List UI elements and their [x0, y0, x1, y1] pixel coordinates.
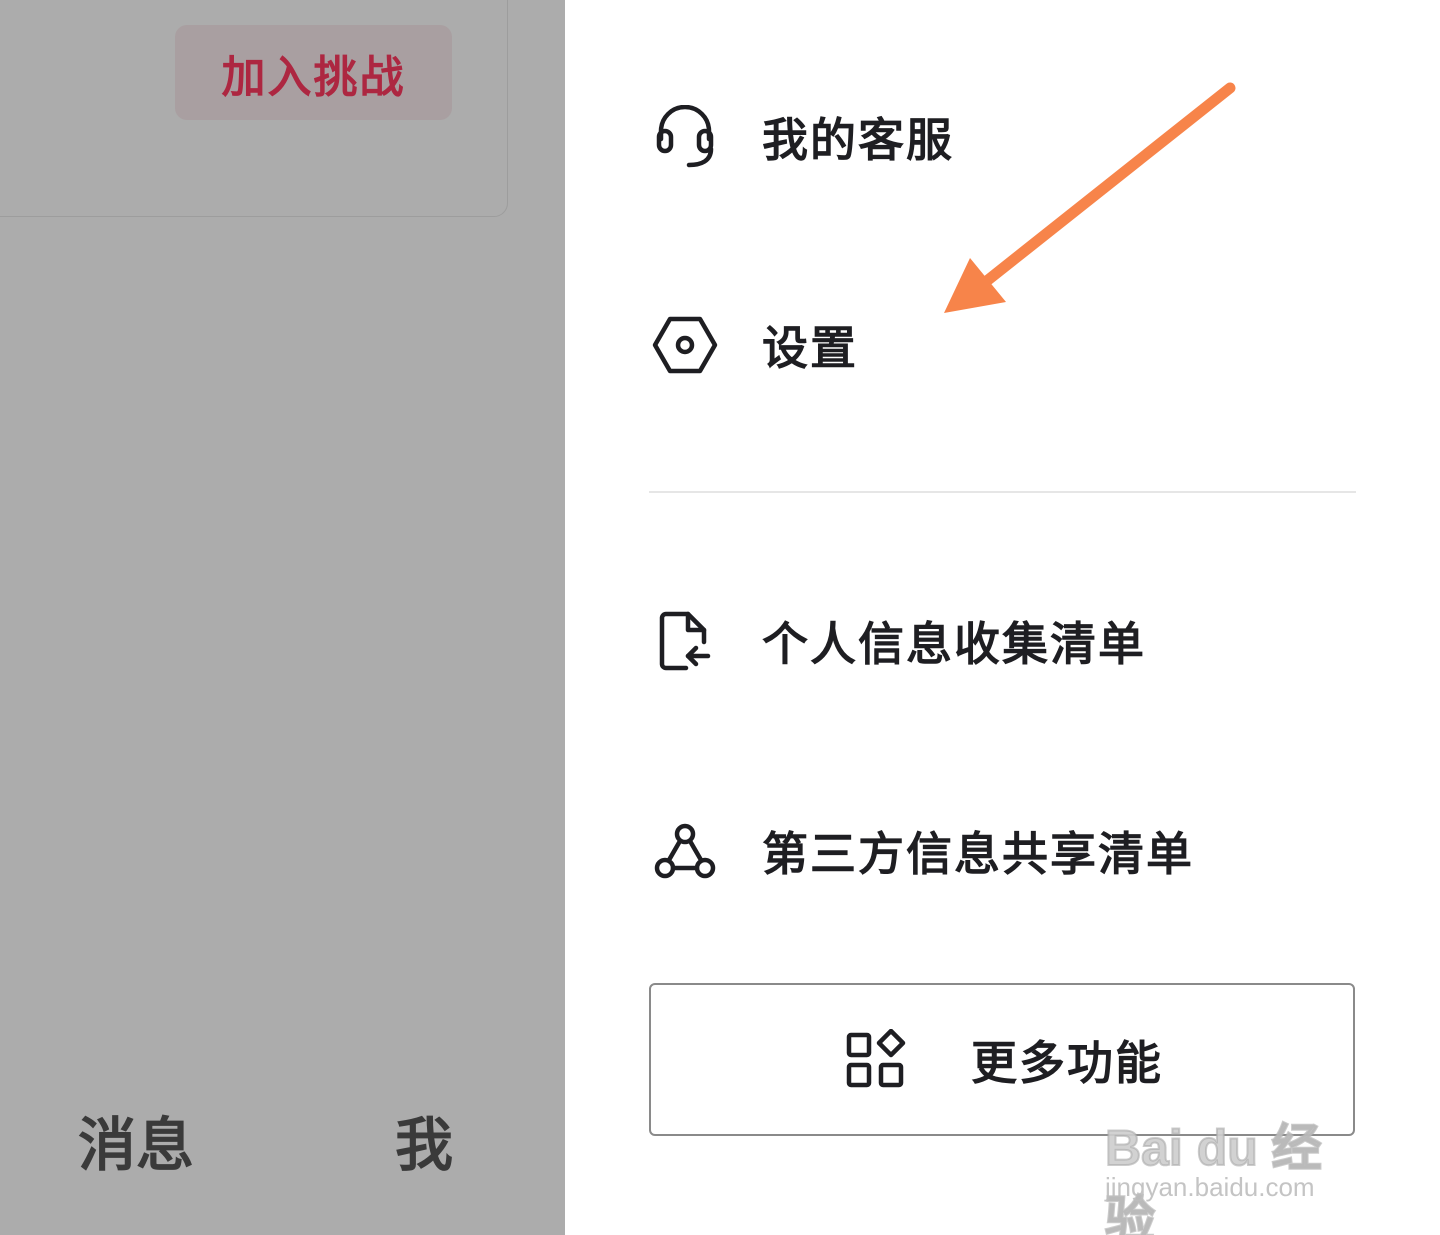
screen: 加入挑战 消息 我 我的客服 设置 个人信息收集清单 第三方信息共享清单 更多功…: [0, 0, 1440, 1235]
more-features-button[interactable]: 更多功能: [649, 983, 1355, 1136]
menu-label: 设置: [762, 321, 858, 375]
apps-grid-icon: [841, 1025, 911, 1095]
menu-item-customer-service[interactable]: 我的客服: [650, 92, 954, 182]
dimmed-background-page[interactable]: 加入挑战 消息 我: [0, 0, 565, 1235]
join-challenge-button[interactable]: 加入挑战: [175, 25, 452, 120]
more-features-label: 更多功能: [971, 1035, 1163, 1090]
headset-icon: [650, 102, 720, 172]
annotation-arrow-icon: [944, 82, 1236, 313]
tab-me[interactable]: 我: [395, 1098, 453, 1182]
settings-hexagon-icon: [650, 310, 720, 380]
menu-label: 第三方信息共享清单: [762, 827, 1194, 881]
menu-item-third-party-sharing[interactable]: 第三方信息共享清单: [650, 806, 1194, 896]
tab-messages[interactable]: 消息: [78, 1098, 194, 1182]
menu-divider: [649, 491, 1356, 493]
menu-item-settings[interactable]: 设置: [650, 300, 858, 390]
menu-item-personal-info-list[interactable]: 个人信息收集清单: [650, 596, 1146, 686]
menu-label: 个人信息收集清单: [762, 617, 1146, 671]
menu-label: 我的客服: [762, 113, 954, 167]
share-network-icon: [650, 816, 720, 886]
document-return-icon: [650, 606, 720, 676]
